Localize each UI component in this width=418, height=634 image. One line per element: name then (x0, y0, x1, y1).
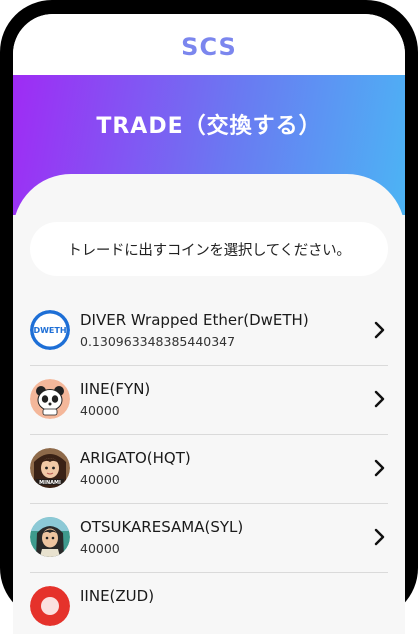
anime-girl-avatar-icon: MINAMI (30, 448, 70, 488)
token-name: DIVER Wrapped Ether(DwETH) (80, 311, 309, 329)
token-amount: 0.130963348385440347 (80, 334, 236, 349)
page-title: TRADE（交換する） (96, 114, 322, 139)
chevron-right-icon (372, 527, 388, 547)
token-list: DWETH DIVER Wrapped Ether(DwETH) 0.13096… (30, 297, 388, 634)
token-amount: 40000 (80, 472, 120, 487)
app-header: SCS (13, 14, 405, 75)
token-amount: 40000 (80, 541, 120, 556)
dweth-logo-text: DWETH (33, 326, 66, 335)
anime-girl-green-avatar-icon (30, 517, 70, 557)
token-name: OTSUKARESAMA(SYL) (80, 518, 244, 536)
instruction-banner: トレードに出すコインを選択してください。 (30, 222, 388, 276)
dweth-logo-icon: DWETH (30, 310, 70, 350)
content-card: トレードに出すコインを選択してください。 DWETH DIVER Wrapped… (13, 174, 405, 634)
token-row-dweth[interactable]: DWETH DIVER Wrapped Ether(DwETH) 0.13096… (30, 297, 388, 366)
token-amount: 40000 (80, 403, 120, 418)
token-row-fyn[interactable]: IINE(FYN) 40000 (30, 366, 388, 435)
token-row-hqt[interactable]: MINAMI ARIGATO(HQT) 40000 (30, 435, 388, 504)
chevron-right-icon (372, 389, 388, 409)
token-row-syl[interactable]: OTSUKARESAMA(SYL) 40000 (30, 504, 388, 573)
token-row-zud[interactable]: IINE(ZUD) (30, 573, 388, 634)
brand-logo[interactable]: SCS (181, 33, 237, 61)
app-screen: SCS TRADE（交換する） トレードに出すコインを選択してください。 DWE… (13, 14, 405, 634)
chevron-right-icon (372, 458, 388, 478)
device-frame: SCS TRADE（交換する） トレードに出すコインを選択してください。 DWE… (0, 0, 418, 634)
panda-avatar-icon (30, 379, 70, 419)
red-token-icon (30, 586, 70, 626)
token-name: IINE(FYN) (80, 380, 151, 398)
token-name: ARIGATO(HQT) (80, 449, 191, 467)
chevron-right-icon (372, 320, 388, 340)
avatar-caption: MINAMI (39, 480, 61, 486)
